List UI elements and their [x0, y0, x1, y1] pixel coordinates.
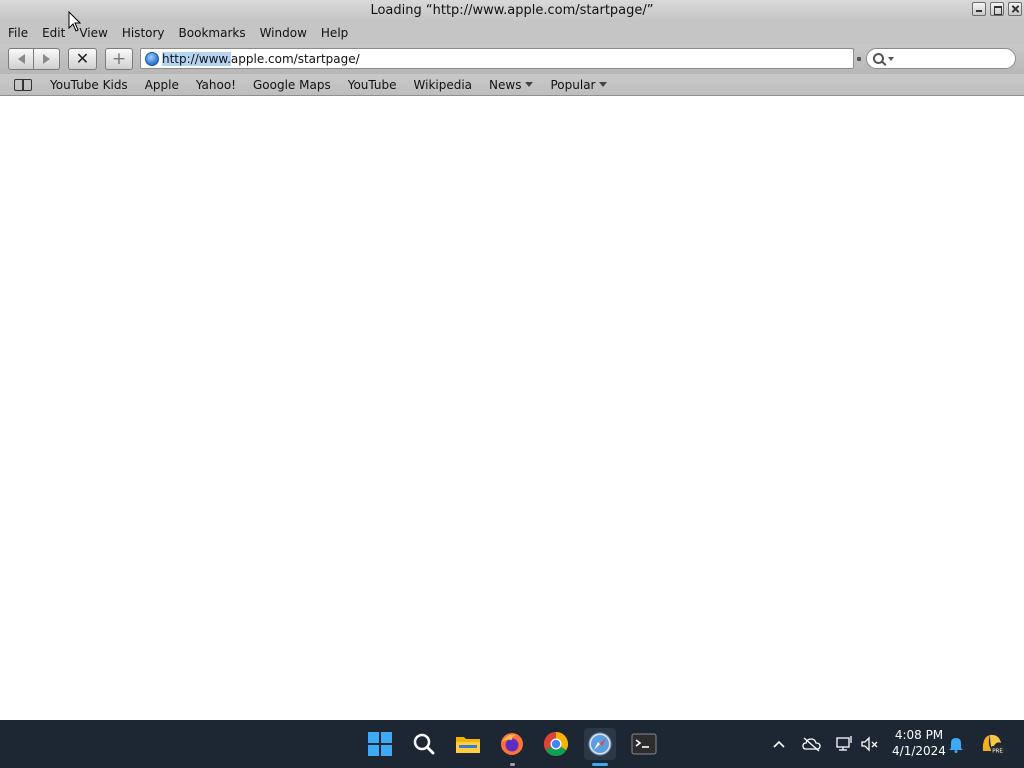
- terminal-icon: [631, 733, 657, 755]
- add-bookmark-button[interactable]: +: [105, 48, 133, 70]
- volume-muted-icon: [861, 736, 878, 752]
- chevron-down-icon: [525, 82, 534, 87]
- bookmarks-bar: YouTube Kids Apple Yahoo! Google Maps Yo…: [0, 74, 1024, 96]
- safari-active-indicator: [592, 763, 608, 766]
- close-window-button[interactable]: [1008, 2, 1022, 16]
- bookmark-menu-popular[interactable]: Popular: [550, 77, 608, 92]
- title-bar: Loading “http://www.apple.com/startpage/…: [0, 0, 1024, 22]
- firefox-running-indicator: [510, 763, 515, 766]
- menu-file[interactable]: File: [8, 22, 35, 44]
- chevron-up-icon: [773, 740, 785, 748]
- terminal-button[interactable]: [628, 728, 660, 760]
- url-selected-part: http://www.: [162, 51, 231, 66]
- svg-text:PRE: PRE: [992, 749, 1003, 755]
- file-explorer-button[interactable]: [452, 728, 484, 760]
- windows-logo-icon: [368, 732, 392, 756]
- firefox-icon: [501, 733, 523, 755]
- copilot-preview-button[interactable]: PRE: [976, 728, 1008, 760]
- safari-button[interactable]: [584, 728, 616, 760]
- plus-icon: +: [111, 48, 127, 69]
- firefox-button[interactable]: [496, 728, 528, 760]
- address-bar[interactable]: http://www.apple.com/startpage/: [140, 48, 854, 69]
- rss-indicator-icon: [857, 57, 861, 61]
- search-icon: [413, 733, 435, 755]
- popular-label: Popular: [550, 77, 596, 92]
- onedrive-button[interactable]: [798, 728, 826, 760]
- globe-icon: [145, 51, 159, 66]
- network-icon: [836, 736, 852, 751]
- folder-icon: [456, 737, 480, 753]
- taskbar: 4:08 PM 4/1/2024 PRE: [0, 720, 1024, 768]
- stop-x-icon: ✕: [75, 49, 90, 68]
- bookmark-apple[interactable]: Apple: [145, 78, 179, 92]
- bookmark-youtube-kids[interactable]: YouTube Kids: [50, 78, 128, 92]
- menu-view[interactable]: View: [79, 22, 114, 44]
- url-text[interactable]: http://www.apple.com/startpage/: [162, 51, 360, 66]
- search-field[interactable]: [866, 48, 1016, 69]
- chevron-down-icon: [599, 82, 608, 87]
- search-icon: [873, 53, 884, 64]
- bookmark-google-maps[interactable]: Google Maps: [253, 78, 331, 92]
- chrome-icon: [543, 732, 569, 757]
- minimize-button[interactable]: [972, 2, 986, 16]
- stop-loading-button[interactable]: ✕: [68, 48, 97, 70]
- window-title: Loading “http://www.apple.com/startpage/…: [370, 3, 654, 18]
- menu-window[interactable]: Window: [260, 22, 314, 44]
- cloud-offline-icon: [802, 737, 821, 752]
- show-all-bookmarks-icon[interactable]: [14, 78, 32, 91]
- safari-compass-icon: [588, 732, 612, 756]
- volume-button[interactable]: [856, 728, 884, 760]
- bookmark-yahoo[interactable]: Yahoo!: [196, 78, 236, 92]
- forward-arrow-icon: [43, 54, 50, 64]
- back-arrow-icon: [17, 54, 25, 64]
- start-button[interactable]: [364, 728, 396, 760]
- bookmark-wikipedia[interactable]: Wikipedia: [414, 78, 473, 92]
- search-dropdown-icon[interactable]: [888, 56, 894, 61]
- network-button[interactable]: [830, 728, 858, 760]
- copilot-pre-icon: PRE: [982, 734, 1004, 755]
- bookmark-youtube[interactable]: YouTube: [348, 78, 397, 92]
- page-content[interactable]: [0, 97, 1024, 720]
- forward-button[interactable]: [33, 48, 60, 70]
- menu-help[interactable]: Help: [321, 22, 355, 44]
- restore-button[interactable]: [990, 2, 1004, 16]
- bell-icon: [949, 738, 963, 753]
- show-hidden-icons-button[interactable]: [766, 728, 792, 760]
- window-controls: [972, 2, 1022, 16]
- chrome-button[interactable]: [540, 728, 572, 760]
- news-label: News: [489, 77, 522, 92]
- menu-bar: File Edit View History Bookmarks Window …: [0, 22, 1024, 44]
- menu-history[interactable]: History: [122, 22, 172, 44]
- notifications-button[interactable]: [942, 728, 970, 760]
- back-button[interactable]: [8, 48, 34, 70]
- menu-bookmarks[interactable]: Bookmarks: [179, 22, 253, 44]
- bookmark-menu-news[interactable]: News: [489, 77, 534, 92]
- taskbar-search-button[interactable]: [408, 728, 440, 760]
- url-rest-part: apple.com/startpage/: [230, 51, 360, 66]
